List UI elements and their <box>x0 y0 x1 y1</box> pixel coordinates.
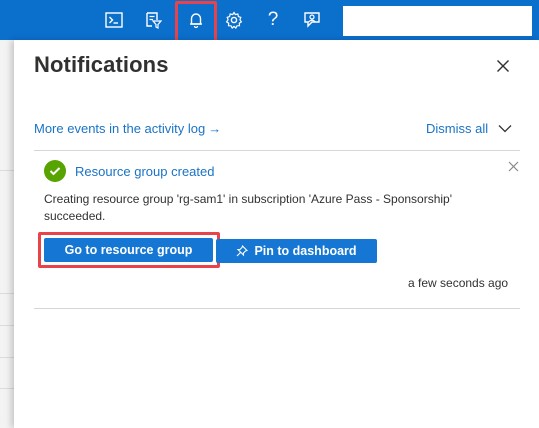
panel-title: Notifications <box>34 52 169 77</box>
settings-gear-icon[interactable] <box>220 6 248 34</box>
close-panel-button[interactable] <box>492 55 514 77</box>
help-icon[interactable]: ? <box>259 6 287 34</box>
background-page-edge <box>0 40 14 428</box>
underlay-divider <box>0 325 14 326</box>
chevron-down-icon <box>498 125 512 133</box>
success-check-icon <box>44 160 66 182</box>
top-navigation-bar: ? <box>0 0 539 43</box>
notifications-bell-icon[interactable] <box>182 6 210 34</box>
arrow-right-icon: → <box>208 121 222 136</box>
global-search-input[interactable] <box>343 6 532 36</box>
underlay-divider <box>0 388 14 389</box>
dismiss-notification-button[interactable] <box>508 159 520 172</box>
notification-message: Creating resource group 'rg-sam1' in sub… <box>44 192 453 223</box>
pin-to-dashboard-label: Pin to dashboard <box>254 244 357 258</box>
underlay-divider <box>0 170 14 171</box>
help-glyph: ? <box>267 9 279 30</box>
close-icon <box>508 161 519 172</box>
notification-title[interactable]: Resource group created <box>75 164 214 179</box>
directory-filter-icon[interactable] <box>139 6 167 34</box>
activity-log-link-label: More events in the activity log <box>34 121 206 136</box>
go-to-resource-group-button[interactable]: Go to resource group <box>44 238 213 262</box>
dismiss-all-button[interactable]: Dismiss all <box>426 121 512 136</box>
cloud-shell-icon[interactable] <box>100 6 128 34</box>
notifications-panel: Notifications More events in the activit… <box>14 40 539 428</box>
notification-timestamp: a few seconds ago <box>408 276 509 290</box>
underlay-divider <box>0 293 14 294</box>
close-icon <box>497 60 509 72</box>
pin-to-dashboard-button[interactable]: Pin to dashboard <box>216 239 377 263</box>
dismiss-all-label: Dismiss all <box>426 121 489 136</box>
notification-card: Resource group created Creating resource… <box>34 151 520 308</box>
feedback-icon[interactable] <box>299 6 327 34</box>
activity-log-link[interactable]: More events in the activity log → <box>34 121 221 136</box>
underlay-divider <box>0 357 14 358</box>
notification-divider <box>34 308 520 309</box>
pin-icon <box>237 245 249 257</box>
